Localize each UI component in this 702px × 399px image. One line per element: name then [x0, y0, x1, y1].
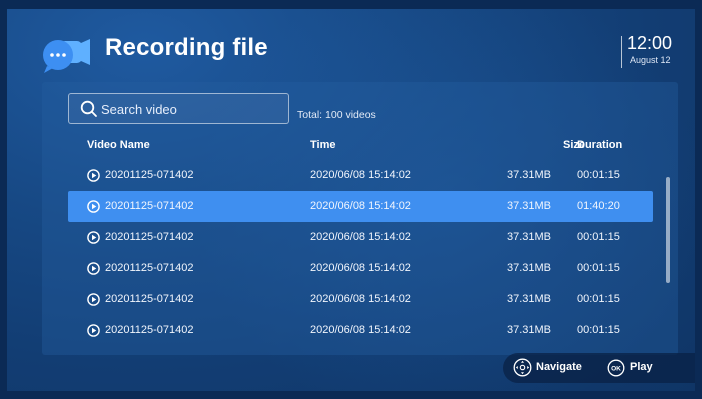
play-circle-icon	[87, 262, 100, 275]
page-title: Recording file	[105, 34, 268, 61]
video-time: 2020/06/08 15:14:02	[310, 324, 411, 336]
clock-divider	[621, 36, 622, 68]
play-circle-icon	[87, 293, 100, 306]
video-name: 20201125-071402	[105, 200, 194, 212]
play-circle-icon	[87, 169, 100, 182]
video-duration: 00:01:15	[577, 262, 620, 274]
search-icon	[80, 100, 97, 117]
key-hints-bar: Navigate OK Play	[503, 353, 695, 383]
search-box[interactable]	[68, 93, 289, 124]
video-time: 2020/06/08 15:14:02	[310, 262, 411, 274]
scrollbar[interactable]	[666, 177, 670, 283]
clock-time: 12:00	[627, 33, 673, 53]
video-time: 2020/06/08 15:14:02	[310, 200, 411, 212]
video-duration: 01:40:20	[577, 200, 620, 212]
svg-text:OK: OK	[611, 366, 621, 373]
table-row[interactable]: 20201125-071402 2020/06/08 15:14:02 37.31M…	[68, 222, 653, 253]
table-row[interactable]: 20201125-071402 2020/06/08 15:14:02 37.31M…	[68, 160, 653, 191]
play-circle-icon	[87, 324, 100, 337]
video-name: 20201125-071402	[105, 293, 194, 305]
video-time: 2020/06/08 15:14:02	[310, 231, 411, 243]
column-header-duration: Duration	[577, 139, 623, 151]
column-header-name: Video Name	[87, 139, 150, 151]
search-input[interactable]	[101, 98, 281, 120]
video-duration: 00:01:15	[577, 293, 620, 305]
video-time: 2020/06/08 15:14:02	[310, 169, 411, 181]
table-row[interactable]: 20201125-071402 2020/06/08 15:14:02 37.31M…	[68, 253, 653, 284]
table-row[interactable]: 20201125-071402 2020/06/08 15:14:02 37.31M…	[68, 284, 653, 315]
ok-button-icon: OK	[607, 359, 625, 377]
play-hint-label: Play	[630, 361, 653, 373]
play-circle-icon	[87, 200, 100, 213]
video-time: 2020/06/08 15:14:02	[310, 293, 411, 305]
column-header-size: Size	[562, 139, 585, 151]
video-size: 37.31MB	[506, 324, 551, 336]
video-duration: 00:01:15	[577, 231, 620, 243]
clock-date: August 12	[630, 55, 671, 65]
video-name: 20201125-071402	[105, 324, 194, 336]
navigate-hint-label: Navigate	[536, 361, 582, 373]
play-circle-icon	[87, 231, 100, 244]
video-duration: 00:01:15	[577, 169, 620, 181]
video-name: 20201125-071402	[105, 169, 194, 181]
video-chat-icon	[43, 39, 90, 73]
total-count: Total: 100 videos	[297, 109, 376, 121]
table-row[interactable]: 20201125-071402 2020/06/08 15:14:02 37.31M…	[68, 315, 653, 346]
video-duration: 00:01:15	[577, 324, 620, 336]
recording-file-screen: Recording file 12:00 August 12 Total: 10…	[7, 9, 695, 391]
video-size: 37.31MB	[506, 169, 551, 181]
video-size: 37.31MB	[506, 231, 551, 243]
video-name: 20201125-071402	[105, 262, 194, 274]
video-name: 20201125-071402	[105, 231, 194, 243]
column-header-time: Time	[310, 139, 336, 151]
dpad-icon	[513, 358, 532, 377]
video-size: 37.31MB	[506, 200, 551, 212]
video-size: 37.31MB	[506, 293, 551, 305]
recording-list-panel: Total: 100 videos Video Name Time Size D…	[42, 82, 678, 355]
table-row-selected[interactable]: 20201125-071402 2020/06/08 15:14:02 37.31M…	[68, 191, 653, 222]
video-size: 37.31MB	[506, 262, 551, 274]
